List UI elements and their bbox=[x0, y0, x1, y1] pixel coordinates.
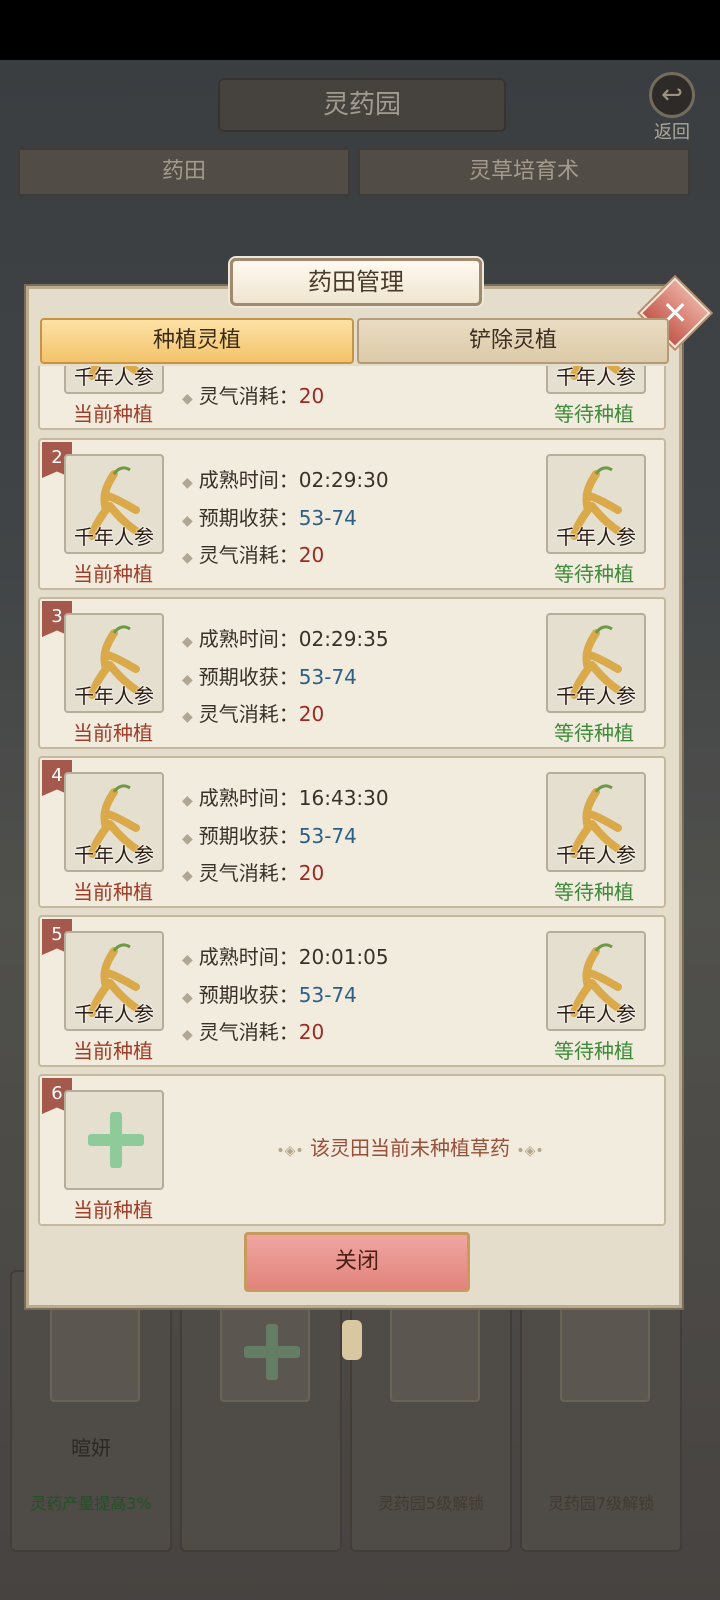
mature-line: ◆ 成熟时间：16:43:30 bbox=[182, 786, 389, 810]
current-plant-slot[interactable]: 千年人参 bbox=[64, 454, 164, 554]
mature-line: ◆ 成熟时间：02:29:30 bbox=[182, 468, 389, 492]
yield-line: ◆ 预期收获：53-74 bbox=[182, 983, 357, 1007]
next-plant-slot[interactable]: 千年人参 bbox=[546, 931, 646, 1031]
plant-name: 千年人参 bbox=[74, 1002, 154, 1026]
current-label: 当前种植 bbox=[73, 402, 153, 426]
waiting-label: 等待种植 bbox=[554, 880, 634, 904]
close-button[interactable]: 关闭 bbox=[244, 1232, 470, 1292]
mana-line: ◆ 灵气消耗：20 bbox=[182, 384, 325, 408]
yield-line: ◆ 预期收获：53-74 bbox=[182, 824, 357, 848]
plant-name: 千年人参 bbox=[556, 1002, 636, 1026]
next-plant-slot[interactable]: 千年人参 bbox=[546, 454, 646, 554]
current-plant-slot[interactable]: 千年人参 bbox=[64, 931, 164, 1031]
plot-row: 2 千年人参 ◆ 成熟时间：02:29:30 ◆ 预期收获：53-74 ◆ 灵气消耗：… bbox=[38, 438, 666, 590]
current-label: 当前种植 bbox=[73, 880, 153, 904]
status-bar bbox=[0, 0, 720, 60]
mature-line: ◆ 成熟时间：02:29:35 bbox=[182, 627, 389, 651]
mana-line: ◆ 灵气消耗：20 bbox=[182, 861, 325, 885]
diamond-icon: ◆ bbox=[182, 475, 193, 491]
mature-value: 02:29:35 bbox=[298, 627, 389, 651]
diamond-icon: ◆ bbox=[182, 990, 193, 1006]
plant-name: 千年人参 bbox=[74, 684, 154, 708]
diamond-icon: ◆ bbox=[182, 793, 193, 809]
ornament-icon: •◈• bbox=[276, 1143, 304, 1159]
plot-row: 5 千年人参 ◆ 成熟时间：20:01:05 ◆ 预期收获：53-74 ◆ 灵气消耗：… bbox=[38, 915, 666, 1067]
diamond-icon: ◆ bbox=[182, 672, 193, 688]
mana-value: 20 bbox=[298, 543, 325, 567]
plant-name: 千年人参 bbox=[556, 843, 636, 867]
plant-name: 千年人参 bbox=[556, 684, 636, 708]
plant-name: 千年人参 bbox=[74, 843, 154, 867]
next-plant-slot[interactable]: 千年人参 bbox=[546, 772, 646, 872]
mature-value: 02:29:30 bbox=[298, 468, 389, 492]
plot-list[interactable]: 千年人参 千年人参 ◆ 灵气消耗：20 当前种植 等待种植 2 千年人参 ◆ 成熟时… bbox=[38, 366, 666, 1226]
mana-line: ◆ 灵气消耗：20 bbox=[182, 543, 325, 567]
mana-line: ◆ 灵气消耗：20 bbox=[182, 1020, 325, 1044]
mature-line: ◆ 成熟时间：20:01:05 bbox=[182, 945, 389, 969]
yield-line: ◆ 预期收获：53-74 bbox=[182, 506, 357, 530]
current-plant-slot[interactable]: 千年人参 bbox=[64, 366, 164, 394]
dialog-title: 药田管理 bbox=[230, 258, 482, 306]
plant-name: 千年人参 bbox=[74, 525, 154, 549]
mana-value: 20 bbox=[298, 702, 325, 726]
tab-remove[interactable]: 铲除灵植 bbox=[357, 318, 669, 364]
mana-line: ◆ 灵气消耗：20 bbox=[182, 702, 325, 726]
plot-row: 4 千年人参 ◆ 成熟时间：16:43:30 ◆ 预期收获：53-74 ◆ 灵气消耗：… bbox=[38, 756, 666, 908]
plot-row: 千年人参 千年人参 ◆ 灵气消耗：20 当前种植 等待种植 bbox=[38, 366, 666, 430]
plot-row: 3 千年人参 ◆ 成熟时间：02:29:35 ◆ 预期收获：53-74 ◆ 灵气消耗：… bbox=[38, 597, 666, 749]
current-label: 当前种植 bbox=[73, 1039, 153, 1063]
plant-name: 千年人参 bbox=[74, 366, 154, 389]
plant-name: 千年人参 bbox=[556, 366, 636, 389]
plus-icon bbox=[88, 1112, 144, 1168]
mature-value: 16:43:30 bbox=[298, 786, 389, 810]
mana-value: 20 bbox=[298, 384, 325, 408]
yield-line: ◆ 预期收获：53-74 bbox=[182, 665, 357, 689]
ornament-icon: •◈• bbox=[516, 1143, 544, 1159]
next-plant-slot[interactable]: 千年人参 bbox=[546, 366, 646, 394]
add-plant-slot[interactable] bbox=[64, 1090, 164, 1190]
diamond-icon: ◆ bbox=[182, 952, 193, 968]
current-label: 当前种植 bbox=[73, 562, 153, 586]
waiting-label: 等待种植 bbox=[554, 721, 634, 745]
mature-value: 20:01:05 bbox=[298, 945, 389, 969]
empty-plot-message: •◈• 该灵田当前未种植草药 •◈• bbox=[276, 1136, 544, 1160]
current-label: 当前种植 bbox=[73, 1198, 153, 1222]
diamond-icon: ◆ bbox=[182, 634, 193, 650]
yield-value: 53-74 bbox=[298, 983, 357, 1007]
plot-row-empty: 6 •◈• 该灵田当前未种植草药 •◈• 当前种植 bbox=[38, 1074, 666, 1226]
mana-value: 20 bbox=[298, 1020, 325, 1044]
yield-value: 53-74 bbox=[298, 665, 357, 689]
plant-name: 千年人参 bbox=[556, 525, 636, 549]
mana-value: 20 bbox=[298, 861, 325, 885]
yield-value: 53-74 bbox=[298, 506, 357, 530]
waiting-label: 等待种植 bbox=[554, 402, 634, 426]
waiting-label: 等待种植 bbox=[554, 1039, 634, 1063]
tab-plant[interactable]: 种植灵植 bbox=[40, 318, 354, 364]
diamond-icon: ◆ bbox=[182, 513, 193, 529]
next-plant-slot[interactable]: 千年人参 bbox=[546, 613, 646, 713]
current-plant-slot[interactable]: 千年人参 bbox=[64, 772, 164, 872]
yield-value: 53-74 bbox=[298, 824, 357, 848]
waiting-label: 等待种植 bbox=[554, 562, 634, 586]
current-plant-slot[interactable]: 千年人参 bbox=[64, 613, 164, 713]
current-label: 当前种植 bbox=[73, 721, 153, 745]
bell-ornament-icon bbox=[342, 1320, 362, 1360]
diamond-icon: ◆ bbox=[182, 831, 193, 847]
